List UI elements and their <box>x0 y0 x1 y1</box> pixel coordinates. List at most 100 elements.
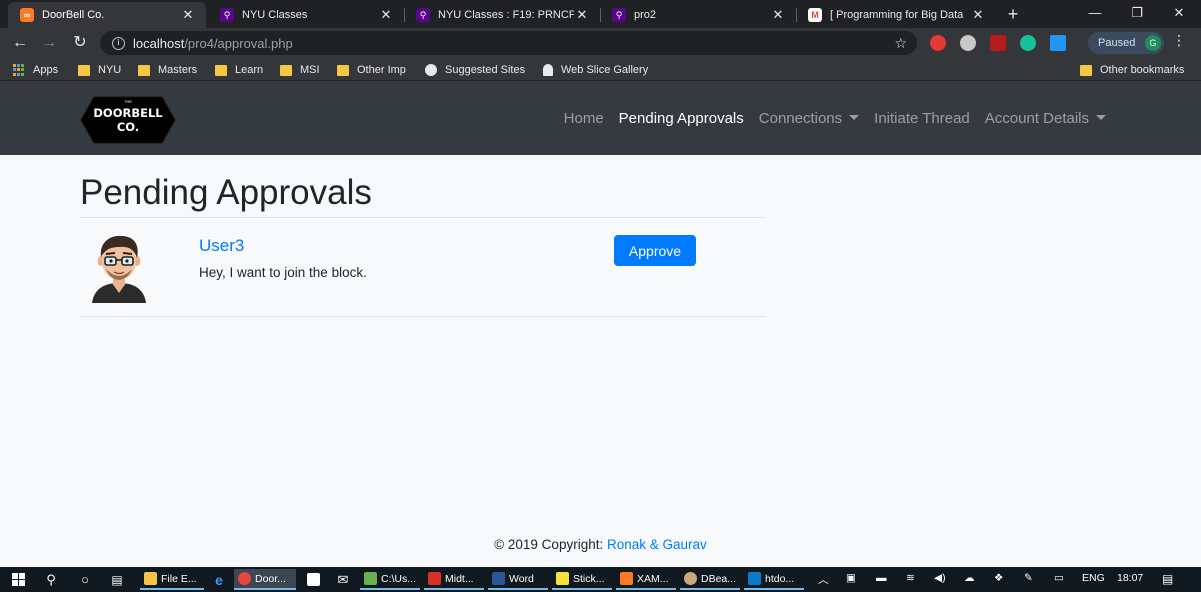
nav-account-details-label: Account Details <box>984 109 1089 127</box>
dropbox-icon[interactable]: ❖ <box>994 572 1003 584</box>
request-username[interactable]: User3 <box>199 236 244 256</box>
bookmark-label: Apps <box>33 64 59 76</box>
tab-title: DoorBell Co. <box>42 9 105 21</box>
tray-battery-icon[interactable]: ▬ <box>876 572 887 584</box>
bookmark-masters[interactable]: Masters <box>138 62 197 78</box>
forward-icon[interactable]: → <box>38 32 60 54</box>
divider <box>80 217 766 218</box>
extension-grammarly-icon[interactable] <box>1020 35 1036 51</box>
taskbar-midterm[interactable]: Midt... <box>424 569 484 590</box>
notepad-icon <box>364 572 377 585</box>
cortana-icon[interactable]: ○ <box>74 569 96 590</box>
store-icon[interactable] <box>302 569 324 590</box>
folder-icon <box>144 572 157 585</box>
minimize-icon[interactable]: — <box>1074 0 1116 26</box>
extension-skype-icon[interactable] <box>1050 35 1066 51</box>
close-icon[interactable]: ✕ <box>378 7 394 23</box>
tray-screen-icon[interactable]: ▣ <box>846 572 856 584</box>
close-icon[interactable]: ✕ <box>970 7 986 23</box>
keyboard-icon[interactable]: ▭ <box>1054 572 1064 584</box>
sticky-notes-icon <box>556 572 569 585</box>
edge-icon[interactable]: e <box>208 569 230 590</box>
bookmark-web-slice-gallery[interactable]: Web Slice Gallery <box>543 62 648 78</box>
info-icon[interactable]: i <box>112 36 125 50</box>
onedrive-icon[interactable]: ☁ <box>964 572 975 584</box>
tab-gmail[interactable]: M [ Programming for Big Data ✕ <box>796 2 996 28</box>
reload-icon[interactable]: ↻ <box>69 32 91 54</box>
bookmark-msi[interactable]: MSI <box>280 62 320 78</box>
taskbar-sticky-notes[interactable]: Stick... <box>552 569 612 590</box>
nav-links: Home Pending Approvals Connections Initi… <box>556 81 1113 155</box>
taskbar-xampp[interactable]: XAM... <box>616 569 676 590</box>
profile-avatar: G <box>1145 35 1161 51</box>
folder-icon <box>1080 64 1092 76</box>
bookmark-label: Other Imp <box>357 64 406 76</box>
extension-circle-icon[interactable] <box>960 35 976 51</box>
taskbar-file-explorer[interactable]: File E... <box>140 569 204 590</box>
folder-icon <box>280 64 292 76</box>
close-icon[interactable]: ✕ <box>770 7 786 23</box>
word-icon <box>492 572 505 585</box>
nyu-icon: ⚲ <box>612 8 626 22</box>
chevron-up-icon[interactable]: ︿ <box>818 572 829 587</box>
windows-start-icon[interactable] <box>8 569 28 590</box>
bookmark-other-imp[interactable]: Other Imp <box>337 62 406 78</box>
taskbar-vscode[interactable]: htdo... <box>744 569 804 590</box>
volume-icon[interactable]: ◀) <box>934 572 946 584</box>
folder-icon <box>138 64 150 76</box>
caret-down-icon <box>1096 114 1106 120</box>
bookmark-label: NYU <box>98 64 122 76</box>
taskbar-cmd[interactable]: C:\Us... <box>360 569 420 590</box>
back-icon[interactable]: ← <box>9 32 31 54</box>
nav-account-details-dropdown[interactable]: Account Details <box>977 110 1113 127</box>
bookmark-suggested-sites[interactable]: Suggested Sites <box>425 62 525 78</box>
chrome-icon <box>238 572 251 585</box>
search-icon[interactable]: ⚲ <box>40 569 62 590</box>
nav-pending-approvals[interactable]: Pending Approvals <box>611 110 751 127</box>
profile-paused-button[interactable]: Paused G <box>1088 32 1164 54</box>
taskbar-dbeaver[interactable]: DBea... <box>680 569 740 590</box>
extension-adblock-icon[interactable] <box>930 35 946 51</box>
bookmark-star-icon[interactable]: ☆ <box>894 35 907 52</box>
new-tab-button[interactable]: + <box>1002 3 1024 25</box>
approve-button[interactable]: Approve <box>614 235 696 266</box>
restore-icon[interactable]: ❐ <box>1116 0 1158 26</box>
close-window-icon[interactable]: ✕ <box>1158 0 1200 26</box>
extension-pdf-icon[interactable] <box>990 35 1006 51</box>
taskbar-label: htdo... <box>765 572 795 585</box>
folder-icon <box>215 64 227 76</box>
bookmark-apps[interactable]: Apps <box>13 62 58 78</box>
tab-pro2[interactable]: ⚲ pro2 ✕ <box>600 2 796 28</box>
language-indicator[interactable]: ENG <box>1082 572 1105 584</box>
bookmark-label: Suggested Sites <box>445 64 526 76</box>
close-icon[interactable]: ✕ <box>574 7 590 23</box>
pen-icon[interactable]: ✎ <box>1024 572 1033 584</box>
tab-nyu-classes-f19[interactable]: ⚲ NYU Classes : F19: PRNCPL ✕ <box>404 2 600 28</box>
taskbar-chrome[interactable]: Door... <box>234 569 296 590</box>
taskbar-word[interactable]: Word <box>488 569 548 590</box>
bookmark-other-bookmarks[interactable]: Other bookmarks <box>1080 62 1184 78</box>
nav-home[interactable]: Home <box>556 110 611 127</box>
gmail-icon: M <box>808 8 822 22</box>
tab-title: NYU Classes <box>242 9 308 21</box>
bookmark-nyu[interactable]: NYU <box>78 62 121 78</box>
footer-authors-link[interactable]: Ronak & Gaurav <box>607 537 707 552</box>
notifications-icon[interactable]: ▤ <box>1162 572 1173 586</box>
bookmark-learn[interactable]: Learn <box>215 62 263 78</box>
windows-taskbar: ⚲ ○ ▤ File E... e Door... ✉ C:\Us... Mid… <box>0 567 1201 592</box>
wifi-icon[interactable]: ≋ <box>906 572 915 584</box>
close-icon[interactable]: ✕ <box>180 7 196 23</box>
tab-title: pro2 <box>634 9 657 21</box>
doorbell-logo[interactable]: THE DOORBELL CO. <box>80 95 176 145</box>
task-view-icon[interactable]: ▤ <box>106 569 128 590</box>
menu-kebab-icon[interactable]: ⋮ <box>1172 32 1186 49</box>
profile-paused-label: Paused <box>1098 37 1136 49</box>
nav-connections-dropdown[interactable]: Connections <box>751 110 866 127</box>
tab-nyu-classes[interactable]: ⚲ NYU Classes ✕ <box>208 2 404 28</box>
mail-icon[interactable]: ✉ <box>332 569 354 590</box>
footer-copyright: © 2019 Copyright: <box>494 537 604 552</box>
address-bar[interactable]: i localhost/pro4/approval.php ☆ <box>100 31 917 55</box>
nav-initiate-thread[interactable]: Initiate Thread <box>866 110 977 127</box>
tab-doorbell[interactable]: ∞ DoorBell Co. ✕ <box>8 2 206 28</box>
clock[interactable]: 18:07 <box>1117 572 1143 584</box>
